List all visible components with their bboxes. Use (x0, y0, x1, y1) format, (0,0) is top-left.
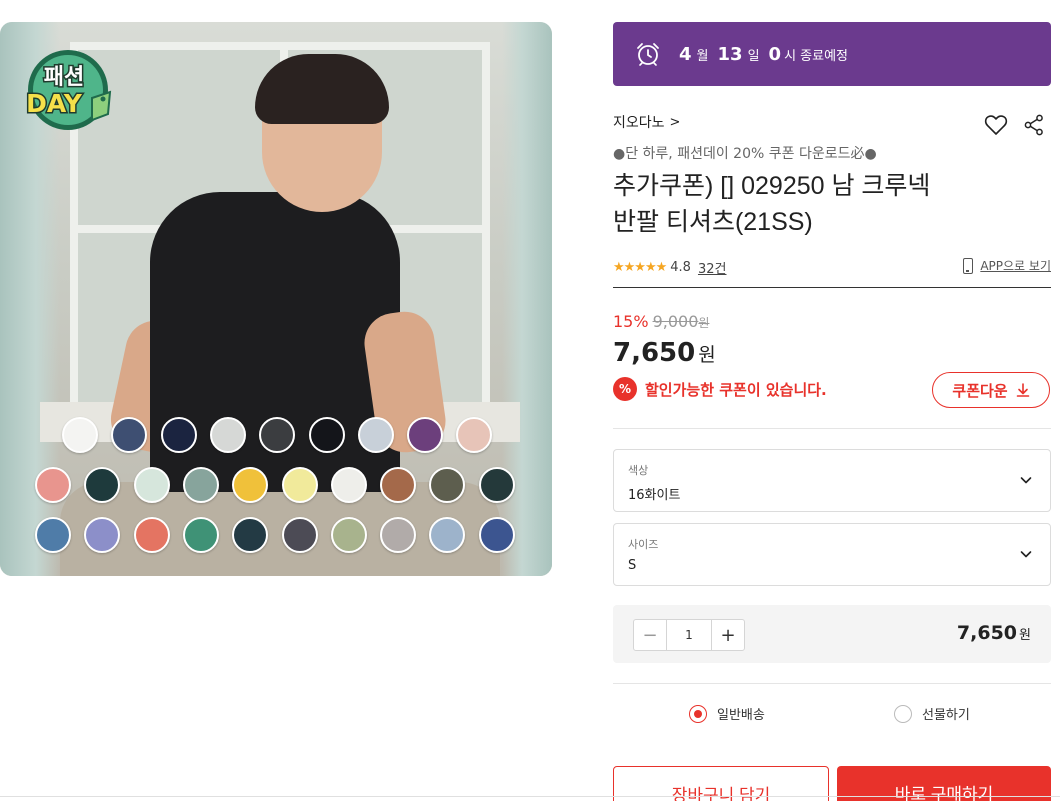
radio-checked-icon[interactable] (689, 704, 707, 723)
section-divider (613, 287, 1051, 288)
badge-text-line1: 패션 (44, 65, 84, 90)
brand-name: 지오다노 (613, 115, 665, 131)
color-swatch[interactable] (308, 417, 345, 453)
coupon-available-notice: % 할인가능한 쿠폰이 있습니다. (613, 377, 827, 401)
quantity-stepper: − 1 + (633, 619, 745, 651)
quantity-minus-button[interactable]: − (634, 620, 666, 650)
color-swatch[interactable] (160, 417, 197, 453)
coupon-download-label: 쿠폰다운 (952, 381, 1008, 400)
color-swatch[interactable] (478, 517, 515, 553)
color-swatch[interactable] (330, 517, 367, 553)
size-select[interactable]: 사이즈 S (613, 523, 1051, 586)
delivery-option-standard[interactable]: 일반배송 (689, 704, 765, 723)
total-price-unit: 원 (1019, 628, 1031, 643)
color-swatch[interactable] (35, 467, 71, 503)
color-swatch[interactable] (281, 517, 318, 553)
alarm-clock-icon (637, 43, 659, 66)
product-title-line1: 추가쿠폰) [] 029250 남 크루넥 (613, 172, 931, 200)
color-swatch[interactable] (380, 467, 417, 503)
sale-price-unit: 원 (698, 344, 716, 366)
download-icon (1016, 383, 1029, 397)
color-swatch[interactable] (182, 467, 219, 503)
heart-icon[interactable] (984, 114, 1008, 136)
color-select-value: 16화이트 (628, 488, 681, 503)
color-swatch[interactable] (133, 517, 170, 553)
discount-rate: 15% (613, 312, 649, 331)
original-price-row: 15% 9,000 원 (613, 312, 709, 331)
quantity-plus-button[interactable]: + (712, 620, 744, 650)
color-select-label: 색상 (628, 464, 649, 477)
mobile-phone-icon (963, 257, 974, 274)
color-swatch[interactable] (133, 467, 170, 503)
app-view-link[interactable]: APP으로 보기 (963, 257, 1051, 274)
sale-price: 7,650 (613, 338, 696, 368)
sale-price-row: 7,650 원 (613, 338, 716, 368)
color-swatch[interactable] (357, 417, 394, 453)
color-swatch[interactable] (232, 517, 269, 553)
radio-unchecked-icon[interactable] (894, 704, 912, 723)
color-swatch[interactable] (407, 417, 444, 453)
delivery-gift-label: 선물하기 (922, 708, 970, 723)
chevron-right-icon: > (669, 114, 681, 130)
buy-now-label: 바로 구매하기 (894, 785, 994, 801)
color-swatch[interactable] (259, 417, 296, 453)
color-swatch[interactable] (281, 467, 318, 503)
color-swatch[interactable] (456, 417, 493, 453)
quantity-total-price: 7,650 원 (957, 622, 1031, 644)
color-swatch[interactable] (380, 517, 417, 553)
promo-text: ●단 하루, 패션데이 20% 쿠폰 다운로드必● (613, 146, 877, 162)
timer-suffix: 시 종료예정 (784, 48, 848, 64)
color-swatch[interactable] (209, 417, 246, 453)
timer-month: 4 (679, 43, 692, 65)
delivery-standard-label: 일반배송 (717, 708, 765, 723)
timer-day: 13 (717, 43, 743, 65)
timer-day-unit: 일 (747, 48, 760, 64)
add-to-cart-label: 장바구니 담기 (671, 786, 771, 801)
color-select[interactable]: 색상 16화이트 (613, 449, 1051, 512)
fashion-day-badge-icon: 패션 DAY (25, 50, 112, 130)
size-select-label: 사이즈 (628, 538, 659, 551)
rating-row: ★★★★★ 4.8 32건 APP으로 보기 (613, 256, 1051, 278)
product-title: 추가쿠폰) [] 029250 남 크루넥 반팔 티셔츠(21SS) (613, 168, 973, 240)
timer-month-unit: 월 (696, 48, 709, 64)
star-rating-icon: ★★★★★ (613, 259, 667, 275)
brand-link[interactable]: 지오다노 > (613, 112, 680, 132)
color-swatch[interactable] (232, 467, 269, 503)
size-select-value: S (628, 558, 637, 573)
quantity-panel: − 1 + 7,650 원 (613, 605, 1051, 663)
color-swatch[interactable] (478, 467, 515, 503)
color-swatch[interactable] (35, 517, 71, 553)
coupon-download-button[interactable]: 쿠폰다운 (932, 372, 1050, 408)
section-divider (613, 683, 1051, 684)
chevron-down-icon (1020, 477, 1032, 484)
timer-hour: 0 (768, 43, 782, 65)
chevron-down-icon (1020, 551, 1032, 558)
delivery-option-gift[interactable]: 선물하기 (894, 704, 970, 723)
product-title-line2: 반팔 티셔츠(21SS) (613, 208, 813, 236)
page-bottom-border (0, 796, 1060, 797)
badge-text-line2: DAY (26, 89, 83, 118)
quantity-input[interactable]: 1 (666, 620, 712, 650)
review-count-link[interactable]: 32건 (698, 258, 727, 277)
section-divider (613, 428, 1051, 429)
color-swatch[interactable] (182, 517, 219, 553)
coupon-message: 할인가능한 쿠폰이 있습니다. (645, 380, 827, 399)
rating-score: 4.8 (670, 259, 691, 275)
original-price-unit: 원 (698, 316, 710, 330)
total-price: 7,650 (956, 622, 1018, 644)
percent-icon: % (613, 377, 637, 401)
color-swatch[interactable] (330, 467, 367, 503)
sale-timer-banner: 4 월 13 일 0 시 종료예정 (613, 22, 1051, 86)
share-icon[interactable] (1024, 114, 1044, 136)
app-view-label: APP으로 보기 (980, 259, 1051, 273)
color-swatch[interactable] (62, 417, 98, 453)
original-price: 9,000 (652, 312, 699, 331)
